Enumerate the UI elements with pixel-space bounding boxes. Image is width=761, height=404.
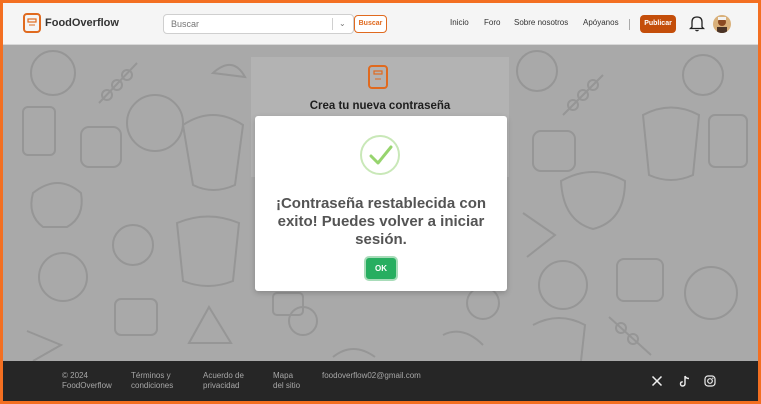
footer-copyright: © 2024 FoodOverflow [62,371,112,390]
nav-foro[interactable]: Foro [484,18,500,27]
book-logo-icon [368,65,388,89]
brand-name[interactable]: FoodOverflow [45,17,119,29]
instagram-icon[interactable] [704,374,716,392]
x-icon[interactable] [651,374,663,392]
footer-email[interactable]: foodoverflow02@gmail.com [322,371,421,381]
header: FoodOverflow ⌄ Buscar Inicio Foro Sobre … [3,3,758,45]
nav-apoyanos[interactable]: Apóyanos [583,18,619,27]
footer-terms-link[interactable]: Términos y condiciones [131,371,187,391]
nav-inicio[interactable]: Inicio [450,18,469,27]
search-divider [332,18,333,30]
check-icon [369,145,393,165]
footer-privacy-link[interactable]: Acuerdo de privacidad [203,371,255,391]
card-title: Crea tu nueva contraseña [309,100,451,112]
success-check-ring [360,135,400,175]
avatar[interactable] [713,15,731,33]
footer-sitemap-link[interactable]: Mapa del sitio [273,371,305,391]
publish-button[interactable]: Publicar [640,15,676,33]
app-frame: FoodOverflow ⌄ Buscar Inicio Foro Sobre … [0,0,761,404]
ok-button[interactable]: OK [366,258,396,279]
tiktok-icon[interactable] [679,374,691,392]
chevron-down-icon[interactable]: ⌄ [339,19,346,28]
footer: © 2024 FoodOverflow Términos y condicion… [3,361,758,401]
nav-divider [629,19,630,30]
success-modal: ¡Contraseña restablecida con exito! Pued… [255,116,507,291]
book-logo-icon[interactable] [23,13,41,33]
nav-sobre-nosotros[interactable]: Sobre nosotros [514,18,568,27]
bell-icon[interactable] [688,15,706,37]
search-input[interactable] [171,19,321,29]
search-box[interactable]: ⌄ [163,14,354,34]
search-button[interactable]: Buscar [354,15,387,33]
success-message: ¡Contraseña restablecida con exito! Pued… [275,195,487,248]
